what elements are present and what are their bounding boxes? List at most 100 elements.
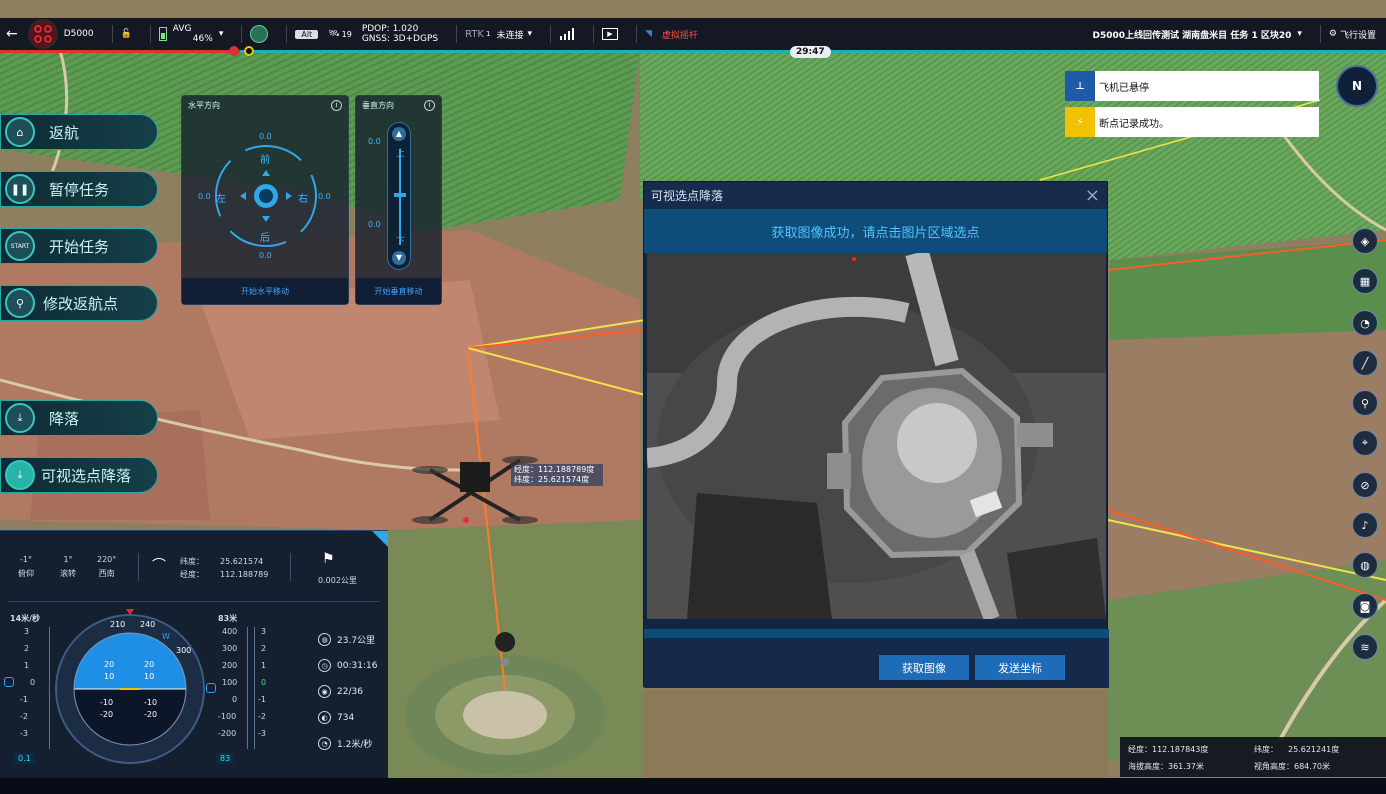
right-label: 右 xyxy=(298,194,308,205)
land-label: 降落 xyxy=(49,409,80,428)
rtk-dropdown-icon[interactable]: ▾ xyxy=(527,29,532,39)
speed-tick: 1 xyxy=(24,661,30,670)
drone-lon: 112.188789度 xyxy=(538,465,595,474)
alt-tick: -200 xyxy=(218,729,237,738)
arrow-left-icon[interactable]: ← xyxy=(6,26,18,42)
speed-tick: 2 xyxy=(24,644,30,653)
get-image-button[interactable]: 获取图像 xyxy=(879,655,969,680)
battery-label: AVG xyxy=(172,24,192,34)
vs-tick: -3 xyxy=(258,729,266,738)
roll-label: 滚转 xyxy=(60,569,76,578)
slider-thumb[interactable] xyxy=(394,193,406,197)
vertical-slider[interactable]: ▲ ▼ xyxy=(387,122,411,270)
compass-icon[interactable]: N xyxy=(1336,65,1378,107)
battery-percent: 46% xyxy=(192,34,213,44)
svg-text:-20: -20 xyxy=(100,710,113,719)
gauge-icon[interactable]: ◔ xyxy=(1352,310,1378,336)
mission-info: D5000上线回传测试 湖南盘米目 任务 1 区块20 xyxy=(1092,30,1292,41)
progress-marker-yellow[interactable] xyxy=(244,46,254,56)
horizontal-bottom-value: 0.0 xyxy=(259,251,272,260)
rtk-sub: 1 xyxy=(485,30,491,38)
start-horizontal-move-button[interactable]: 开始水平移动 xyxy=(182,278,348,304)
lock-icon[interactable]: 🔓 xyxy=(121,29,132,39)
globe-icon: ◍ xyxy=(318,633,331,646)
location-icon[interactable]: ⚲ xyxy=(1352,390,1378,416)
info-icon[interactable]: i xyxy=(331,99,342,111)
drone-model: D5000 xyxy=(63,29,94,39)
virtual-stick-link[interactable]: 虚拟摇杆 xyxy=(662,28,698,41)
globe-icon[interactable]: ◍ xyxy=(1352,552,1378,578)
return-home-button[interactable]: ⌂ 返航 xyxy=(0,114,158,150)
speed-tick: -1 xyxy=(20,695,28,704)
edit-home-point-label: 修改返航点 xyxy=(43,294,119,313)
home-distance: 0.002公里 xyxy=(318,576,357,585)
mission-progress-bar xyxy=(0,46,1386,56)
visual-landing-dialog: 可视选点降落 × 获取图像成功，请点击图片区域选点 获取图像 发送坐标 xyxy=(643,181,1109,688)
drone-lat-label: 纬度： xyxy=(514,475,538,484)
camera-icon[interactable]: ◙ xyxy=(1352,593,1378,619)
pitch-label: 俯仰 xyxy=(18,569,34,578)
flight-mode-icon[interactable] xyxy=(250,25,269,43)
horizontal-control-panel: 水平方向 i 0.0 前 后 0.0 0.0 左 右 0.0 开始水平移动 xyxy=(181,95,349,305)
captured-aerial-image[interactable] xyxy=(647,253,1106,619)
edit-home-point-button[interactable]: ⚲ 修改返航点 xyxy=(0,285,158,321)
cursor-lon-label: 经度： xyxy=(1128,745,1152,754)
battery-dropdown-icon[interactable]: ▾ xyxy=(219,29,224,39)
stat-distance-value: 23.7公里 xyxy=(337,636,376,646)
vertical-bottom-value: 0.0 xyxy=(368,220,381,229)
front-label: 前 xyxy=(260,155,270,166)
chevron-down-icon[interactable]: ▼ xyxy=(392,251,406,265)
stat-speed: ◔ 1.2米/秒 xyxy=(318,737,372,750)
stack-icon[interactable]: ≋ xyxy=(1352,634,1378,660)
battery-cycle-icon: ◐ xyxy=(318,711,331,724)
alt-tick: 200 xyxy=(222,661,238,670)
speed-tick: 0 xyxy=(30,678,36,687)
return-home-icon: ⌂ xyxy=(5,117,35,147)
visual-landing-button[interactable]: ⤓ 可视选点降落 xyxy=(0,457,158,493)
altitude-value: 83 xyxy=(216,753,235,764)
speaker-icon[interactable]: ♪ xyxy=(1352,512,1378,538)
chevron-up-icon[interactable]: ▲ xyxy=(392,127,406,141)
video-play-icon[interactable]: ▶ xyxy=(602,28,618,40)
wifi-icon: ◥ xyxy=(645,29,652,39)
heading-label: 西南 xyxy=(98,569,115,578)
speed-icon: ◔ xyxy=(318,737,331,750)
vs-tick: 1 xyxy=(261,661,267,670)
lat-label: 纬度： xyxy=(180,557,204,566)
horizontal-top-value: 0.0 xyxy=(259,132,272,141)
horizontal-panel-title: 水平方向 xyxy=(188,100,220,110)
map-icon[interactable]: ▦ xyxy=(1352,268,1378,294)
start-mission-button[interactable]: START 开始任务 xyxy=(0,228,158,264)
svg-text:20: 20 xyxy=(144,660,154,669)
crosshair-icon[interactable]: ⌖ xyxy=(1352,430,1378,456)
vs-tick: 3 xyxy=(261,627,267,636)
land-button[interactable]: ⤓ 降落 xyxy=(0,400,158,436)
top-status-bar: ← D5000 🔓 AVG 46% ▾ Alt 🛰 19 PDOP: 1.020… xyxy=(0,18,1386,50)
layers-icon[interactable]: ◈ xyxy=(1352,228,1378,254)
cursor-coordinates: 经度：112.187843度 纬度： 25.621241度 海拔高度：361.37… xyxy=(1120,737,1386,777)
progress-marker-red[interactable] xyxy=(229,46,239,56)
pitch-value: -1° xyxy=(20,555,32,564)
info-icon[interactable]: i xyxy=(424,99,435,111)
flight-settings-button[interactable]: ⚙ 飞行设置 xyxy=(1329,28,1376,41)
cursor-lat: 25.621241度 xyxy=(1288,745,1340,754)
battery-icon xyxy=(158,27,167,41)
land-icon: ⤓ xyxy=(5,403,35,433)
start-vertical-move-button[interactable]: 开始垂直移动 xyxy=(356,278,441,304)
altitude-pointer xyxy=(206,683,216,693)
close-icon[interactable]: × xyxy=(1085,186,1100,205)
satellite-icon: 🛰 xyxy=(328,29,340,39)
notice-hovering-text: 飞机已悬停 xyxy=(1099,82,1149,94)
ruler-icon[interactable]: ╱ xyxy=(1352,350,1378,376)
rtk-status[interactable]: 未连接 xyxy=(496,28,523,41)
mission-dropdown-icon[interactable]: ▾ xyxy=(1297,29,1302,39)
svg-text:-10: -10 xyxy=(144,698,157,707)
notice-breakpoint-text: 断点记录成功。 xyxy=(1099,118,1169,130)
pause-mission-button[interactable]: ❚❚ 暂停任务 xyxy=(0,171,158,207)
up-label: 上 xyxy=(396,149,406,159)
send-coordinates-button[interactable]: 发送坐标 xyxy=(975,655,1065,680)
no-fly-icon[interactable]: ⊘ xyxy=(1352,472,1378,498)
alt-tick: 0 xyxy=(232,695,238,704)
speed-pointer xyxy=(4,677,14,687)
pdop-value: PDOP: 1.020 xyxy=(361,24,419,34)
